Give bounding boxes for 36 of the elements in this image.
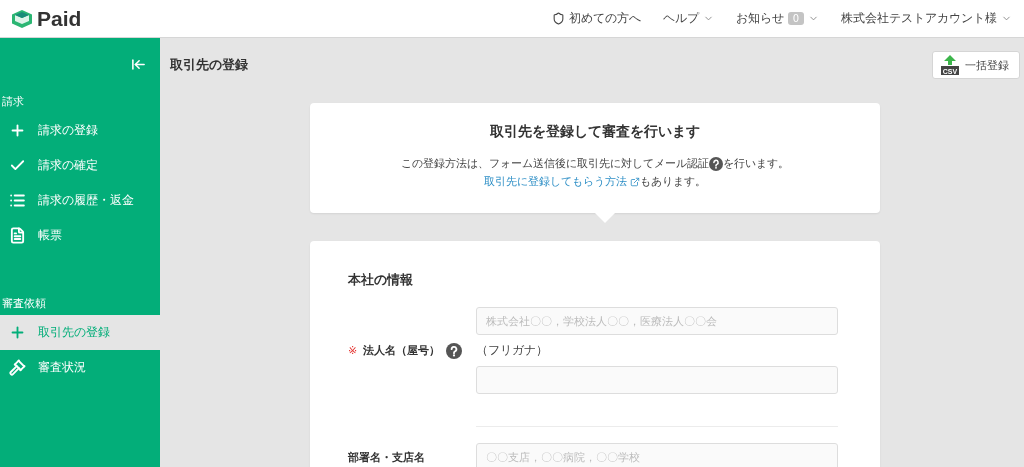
field-label: 部署名・支店名 xyxy=(348,449,425,465)
document-icon xyxy=(9,227,26,244)
plus-icon xyxy=(9,324,26,341)
sidebar-section-title: 審査依頼 xyxy=(1,296,47,311)
collapse-sidebar-button[interactable] xyxy=(131,57,146,72)
sidebar-section-title: 請求 xyxy=(1,94,25,109)
logo-text: Paid xyxy=(37,6,82,31)
section-title: 本社の情報 xyxy=(348,271,414,289)
notification-count: 0 xyxy=(787,12,804,25)
help-link[interactable]: 取引先に登録してもらう方法 xyxy=(483,175,641,188)
sidebar-item[interactable]: 請求の確定 xyxy=(0,148,160,183)
sidebar-item[interactable]: 審査状況 xyxy=(0,350,160,385)
page-title: 取引先の登録 xyxy=(170,56,248,74)
field-caption: （フリガナ） xyxy=(476,342,549,359)
header-link[interactable]: 株式会社テストアカウント様 xyxy=(841,10,1012,27)
field-label: 法人名（屋号） xyxy=(363,343,441,358)
list-icon xyxy=(9,192,26,209)
sidebar-item[interactable]: 請求の履歴・返金 xyxy=(0,183,160,218)
plus-icon xyxy=(9,122,26,139)
header-link[interactable]: ヘルプ xyxy=(662,10,714,27)
sidebar-item[interactable]: 帳票 xyxy=(0,218,160,253)
logo-icon xyxy=(12,9,32,28)
help-icon[interactable] xyxy=(446,342,463,359)
intro-text: この登録方法は、フォーム送信後に取引先に対してメール認証 を行います。 xyxy=(400,156,790,173)
shield-icon xyxy=(551,12,565,25)
intro-title: 取引先を登録して審査を行います xyxy=(489,123,701,141)
required-mark: ※ xyxy=(348,344,358,357)
input-field[interactable] xyxy=(476,366,838,394)
external-link-icon xyxy=(630,177,641,187)
sidebar-item[interactable]: 請求の登録 xyxy=(0,113,160,148)
help-icon[interactable] xyxy=(709,157,723,171)
intro-text: 取引先に登録してもらう方法 もあります。 xyxy=(482,174,708,190)
header-link[interactable]: お知らせ 0 xyxy=(735,10,819,27)
gavel-icon xyxy=(9,359,26,376)
sidebar-item[interactable]: 取引先の登録 xyxy=(0,315,160,350)
header-link[interactable]: 初めての方へ xyxy=(551,10,641,27)
